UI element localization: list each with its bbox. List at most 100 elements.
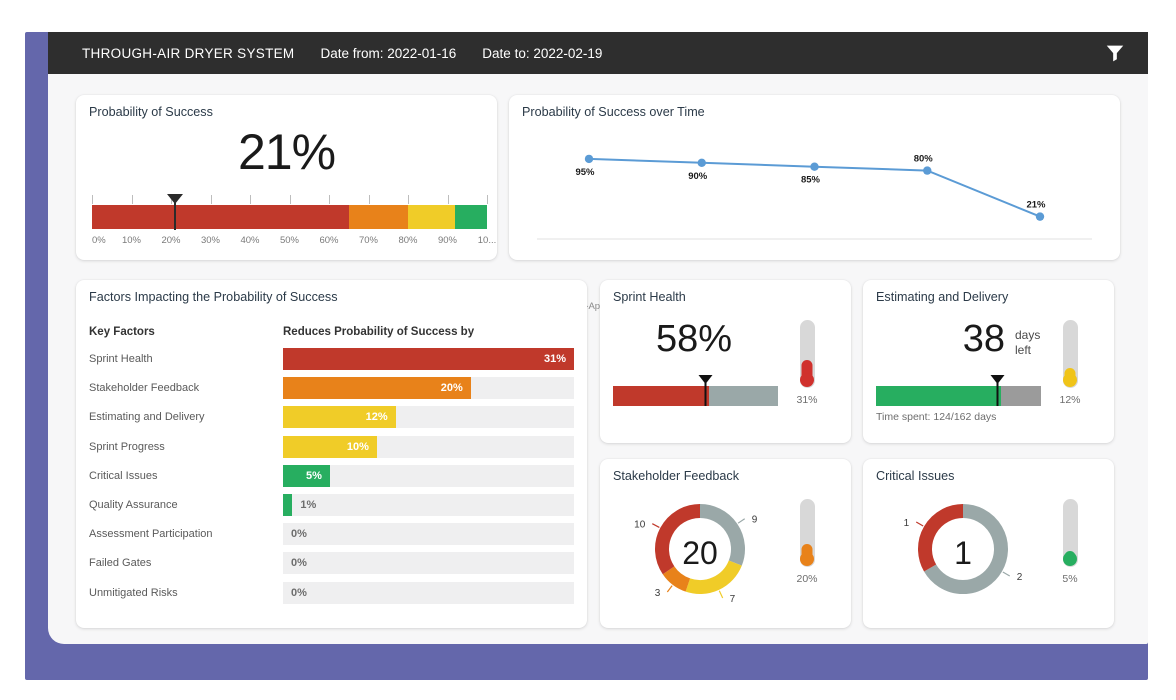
trend-point-label: 90% <box>688 171 708 182</box>
trend-chart-svg: 95% 90% 85% 80% 21% <box>537 154 1092 240</box>
filter-funnel-icon[interactable] <box>1104 42 1126 64</box>
gauge-tick-label: 60% <box>319 235 339 246</box>
kpi-bar-fill <box>876 386 1002 406</box>
gauge-segment <box>408 205 456 229</box>
stakeholder-donut: 9 7 3 10 20 <box>610 487 790 617</box>
gauge-segment <box>455 205 487 229</box>
probability-value: 21% <box>237 124 336 180</box>
gauge-bar <box>92 194 487 230</box>
stakeholder-feedback-card: Stakeholder Feedback 9 7 3 10 20 20% <box>600 459 851 628</box>
thermometer-bulb <box>1063 552 1077 566</box>
factor-bar-track: 31% <box>283 348 574 370</box>
kpi-bar-remainder <box>708 386 778 406</box>
gauge-tick-label: 50% <box>279 235 300 246</box>
estimating-days-value: 38 <box>962 318 1005 360</box>
factor-value: 12% <box>365 411 388 424</box>
factor-name: Assessment Participation <box>89 528 213 541</box>
estimating-progress-bar <box>876 375 1041 406</box>
gauge-tick <box>487 195 488 204</box>
donut-segment-label: 2 <box>1017 572 1023 583</box>
thermometer-tube <box>1062 320 1078 388</box>
trend-point-label: 21% <box>1026 200 1046 211</box>
factor-name: Stakeholder Feedback <box>89 382 200 395</box>
thermometer-tube <box>1062 499 1078 567</box>
probability-gauge: 0% 10% 20% 30% 40% 50% 60% 70% 80% 90% 10... <box>92 194 496 251</box>
gauge-tick <box>131 195 133 204</box>
card-title-probability: Probability of Success <box>89 105 213 119</box>
factor-row[interactable]: Failed Gates 0% <box>89 552 574 575</box>
critical-issues-card: Critical Issues 2 1 1 5% <box>863 459 1114 628</box>
page-title: THROUGH-AIR DRYER SYSTEM <box>82 45 295 61</box>
gauge-tick-label: 10... <box>477 235 497 246</box>
factor-row[interactable]: Sprint Health 31% <box>89 348 574 370</box>
estimating-thermometer: 12% <box>1050 320 1090 406</box>
critical-thermometer: 5% <box>1050 499 1090 585</box>
trend-point-label: 95% <box>575 167 595 178</box>
gauge-tick-label: 90% <box>437 235 458 246</box>
gauge-tick <box>289 195 291 204</box>
factor-bar-fill: 31% <box>283 348 574 370</box>
factor-value: 0% <box>291 586 307 599</box>
gauge-tick-label: 30% <box>200 235 221 246</box>
factor-value: 0% <box>291 528 307 541</box>
dashboard-root: THROUGH-AIR DRYER SYSTEM Date from: 2022… <box>0 0 1176 700</box>
factor-row[interactable]: Stakeholder Feedback 20% <box>89 377 574 400</box>
filter-button[interactable] <box>1104 42 1126 64</box>
thermometer-bulb <box>800 373 814 387</box>
thermometer-tube <box>799 320 815 388</box>
critical-donut: 2 1 1 <box>873 487 1053 617</box>
thermometer-bulb <box>1063 373 1077 387</box>
kpi-bar-fill <box>613 386 709 406</box>
app-header: THROUGH-AIR DRYER SYSTEM Date from: 2022… <box>48 32 1148 74</box>
factor-name: Sprint Progress <box>89 440 165 453</box>
card-title-critical: Critical Issues <box>876 469 955 483</box>
stakeholder-thermometer: 20% <box>787 499 827 585</box>
card-title-sprint-health: Sprint Health <box>613 290 686 304</box>
card-title-estimating: Estimating and Delivery <box>876 290 1009 304</box>
thermometer-tube <box>799 499 815 567</box>
factor-row[interactable]: Quality Assurance 1% <box>89 494 574 516</box>
factor-value: 1% <box>300 499 317 511</box>
gauge-tick <box>329 195 330 204</box>
gauge-tick-labels: 0% 10% 20% 30% 40% 50% 60% 70% 80% 90% 10... <box>92 235 496 251</box>
factor-bar-fill: 20% <box>283 377 471 400</box>
factor-row[interactable]: Assessment Participation 0% <box>89 523 574 546</box>
gauge-tick-label: 70% <box>358 235 379 246</box>
gauge-tick-label: 20% <box>161 235 181 246</box>
donut-leader-line <box>737 518 746 524</box>
donut-segment-label: 10 <box>634 520 646 531</box>
factor-row[interactable]: Estimating and Delivery 12% <box>89 406 574 429</box>
donut-segment-label: 7 <box>730 594 736 605</box>
donut-leader-line <box>1002 571 1011 577</box>
factor-bar-track: 10% <box>283 435 574 458</box>
gauge-ticks <box>92 195 488 205</box>
donut-segment[interactable] <box>662 566 691 592</box>
gauge-tick-label: 0% <box>92 235 106 246</box>
estimating-thermometer-label: 12% <box>1059 394 1081 406</box>
factor-value: 10% <box>346 440 369 453</box>
critical-center-value: 1 <box>954 535 972 571</box>
factors-impacting-card: Factors Impacting the Probability of Suc… <box>76 280 587 628</box>
factor-row[interactable]: Critical Issues 5% <box>89 464 574 487</box>
card-title-factors: Factors Impacting the Probability of Suc… <box>89 290 338 304</box>
factor-row[interactable]: Sprint Progress 10% <box>89 435 574 458</box>
estimating-subtext: Time spent: 124/162 days <box>876 411 997 423</box>
gauge-tick <box>250 195 251 204</box>
date-to-label: Date to: 2022-02-19 <box>482 45 603 61</box>
factor-bar-fill: 12% <box>283 406 396 429</box>
factor-value: 31% <box>543 353 566 365</box>
factor-row[interactable]: Unmitigated Risks 0% <box>89 581 574 604</box>
estimating-unit-line1: days <box>1015 328 1041 342</box>
estimating-and-delivery-card: Estimating and Delivery 38 days left Tim… <box>863 280 1114 443</box>
donut-leader-line <box>666 585 673 593</box>
gauge-tick-label: 80% <box>398 235 418 246</box>
factor-bar-track: 0% <box>283 552 574 575</box>
card-title-stakeholder: Stakeholder Feedback <box>613 469 740 483</box>
donut-segment-label: 3 <box>655 588 661 599</box>
factor-name: Sprint Health <box>89 353 153 365</box>
sprint-health-value: 58% <box>655 318 733 360</box>
sprint-health-bar <box>613 375 778 406</box>
factor-bar-track: 0% <box>283 523 574 546</box>
gauge-tick-label: 10% <box>121 235 142 246</box>
date-from-label: Date from: 2022-01-16 <box>320 45 457 61</box>
